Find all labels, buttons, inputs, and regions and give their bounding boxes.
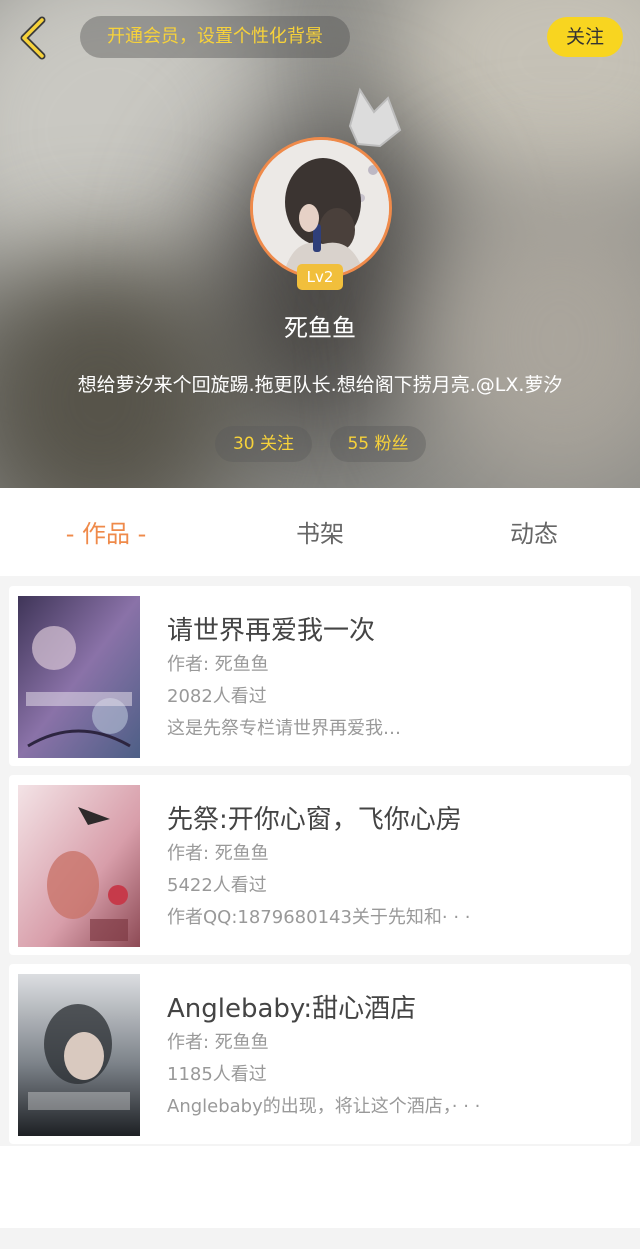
cover-art	[18, 596, 140, 758]
followers-count[interactable]: 55 粉丝	[330, 426, 426, 462]
avatar[interactable]	[250, 137, 392, 279]
cover-art	[18, 974, 140, 1136]
book-cover	[18, 785, 140, 947]
username: 死鱼鱼	[284, 314, 356, 342]
book-cover	[18, 596, 140, 758]
follow-button[interactable]: 关注	[547, 17, 623, 57]
tab-works[interactable]: - 作品 -	[20, 488, 192, 576]
book-summary: Anglebaby的出现，将让这个酒店，· · ·	[167, 1096, 481, 1117]
profile-tabs: - 作品 - 书架 动态	[0, 488, 640, 576]
tab-activity[interactable]: 动态	[448, 488, 620, 576]
work-card[interactable]: 请世界再爱我一次 作者: 死鱼鱼 2082人看过 这是先祭专栏请世界再爱我…	[9, 586, 631, 766]
book-summary: 作者QQ:1879680143关于先知和· · ·	[167, 907, 471, 928]
footer-divider	[0, 1228, 640, 1249]
book-author: 作者: 死鱼鱼	[167, 1032, 269, 1053]
profile-header: 开通会员，设置个性化背景 关注 Lv2 死鱼鱼 想给萝汐来个回旋踢.拖更队长.想…	[0, 0, 640, 488]
list-footer	[0, 1146, 640, 1249]
vip-background-prompt[interactable]: 开通会员，设置个性化背景	[80, 16, 350, 58]
book-author: 作者: 死鱼鱼	[167, 654, 269, 675]
following-count[interactable]: 30 关注	[215, 426, 312, 462]
book-views: 1185人看过	[167, 1064, 267, 1085]
book-author: 作者: 死鱼鱼	[167, 843, 269, 864]
book-views: 2082人看过	[167, 686, 267, 707]
book-cover	[18, 974, 140, 1136]
tab-bookshelf[interactable]: 书架	[234, 488, 406, 576]
crown-icon	[348, 87, 402, 148]
cover-art	[18, 785, 140, 947]
level-badge: Lv2	[297, 264, 343, 290]
work-card[interactable]: 先祭:开你心窗，飞你心房 作者: 死鱼鱼 5422人看过 作者QQ:187968…	[9, 775, 631, 955]
avatar-photo	[253, 140, 389, 276]
book-title: 先祭:开你心窗，飞你心房	[167, 805, 462, 835]
book-title: Anglebaby:甜心酒店	[167, 994, 417, 1024]
book-title: 请世界再爱我一次	[167, 616, 376, 646]
chevron-left-icon	[20, 16, 46, 60]
book-views: 5422人看过	[167, 875, 267, 896]
back-button[interactable]	[14, 14, 58, 62]
user-bio: 想给萝汐来个回旋踢.拖更队长.想给阁下捞月亮.@LX.萝汐	[77, 374, 563, 396]
book-summary: 这是先祭专栏请世界再爱我…	[167, 718, 401, 739]
work-card[interactable]: Anglebaby:甜心酒店 作者: 死鱼鱼 1185人看过 Anglebaby…	[9, 964, 631, 1144]
